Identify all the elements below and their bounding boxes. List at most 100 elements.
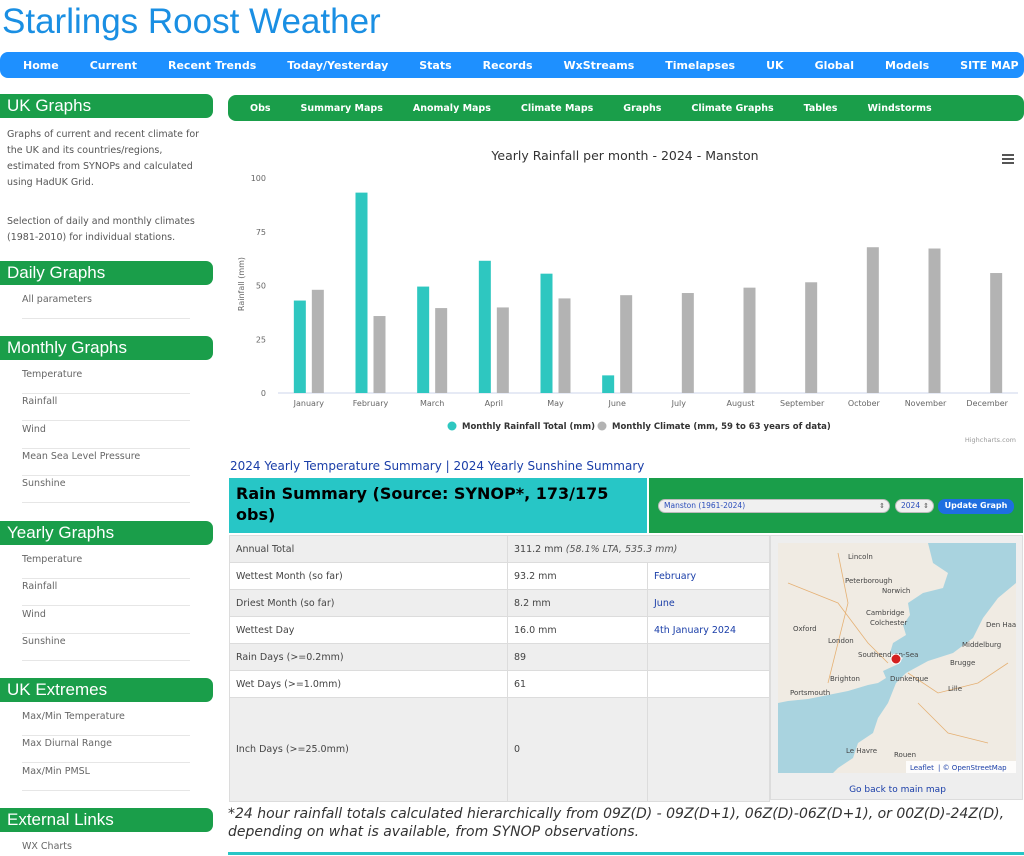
row-empty-cell bbox=[647, 643, 770, 671]
bar-rainfall-total[interactable] bbox=[355, 192, 368, 393]
bar-rainfall-total[interactable] bbox=[540, 273, 553, 393]
update-graph-button[interactable]: Update Graph bbox=[938, 499, 1014, 514]
sidebar-extremes-max-min-pmsl[interactable]: Max/Min PMSL bbox=[22, 764, 190, 791]
nav-models[interactable]: Models bbox=[885, 59, 929, 72]
map-label-brighton: Brighton bbox=[830, 675, 860, 683]
site-title[interactable]: Starlings Roost Weather bbox=[2, 2, 381, 42]
bar-climate[interactable] bbox=[435, 308, 448, 393]
row-value: 93.2 mm bbox=[507, 562, 648, 590]
subnav-windstorms[interactable]: Windstorms bbox=[867, 103, 931, 114]
bar-rainfall-total[interactable] bbox=[478, 260, 491, 393]
location-map[interactable]: Lincoln Peterborough Norwich Cambridge Colch… bbox=[778, 543, 1016, 773]
nav-today-yesterday[interactable]: Today/Yesterday bbox=[287, 59, 388, 72]
row-value-text: 89 bbox=[514, 651, 527, 663]
row-link[interactable]: June bbox=[647, 589, 770, 617]
sidebar-monthly-sunshine[interactable]: Sunshine bbox=[22, 476, 190, 504]
bar-climate[interactable] bbox=[681, 293, 694, 393]
station-marker-icon[interactable] bbox=[890, 653, 902, 665]
map-label-colchester: Colchester bbox=[870, 619, 907, 627]
row-link[interactable]: 4th January 2024 bbox=[647, 616, 770, 644]
bar-climate[interactable] bbox=[496, 307, 509, 393]
x-tick-label: May bbox=[547, 399, 564, 408]
bottom-divider bbox=[228, 852, 1024, 855]
map-label-peterborough: Peterborough bbox=[845, 577, 892, 585]
map-label-brugge: Brugge bbox=[950, 659, 975, 667]
map-label-southend-on-sea: Southend-on-Sea bbox=[858, 651, 918, 659]
sidebar-yearly-sunshine[interactable]: Sunshine bbox=[22, 634, 190, 661]
sidebar-yearly-rainfall[interactable]: Rainfall bbox=[22, 579, 190, 607]
nav-timelapses[interactable]: Timelapses bbox=[665, 59, 735, 72]
bar-climate[interactable] bbox=[990, 273, 1003, 393]
nav-wxstreams[interactable]: WxStreams bbox=[564, 59, 635, 72]
nav-stats[interactable]: Stats bbox=[419, 59, 451, 72]
nav-uk[interactable]: UK bbox=[766, 59, 783, 72]
bar-climate[interactable] bbox=[805, 282, 818, 393]
temperature-summary-link[interactable]: 2024 Yearly Temperature Summary bbox=[230, 459, 442, 473]
leaflet-attribution-link[interactable]: Leaflet bbox=[910, 764, 934, 772]
back-to-main-map-link[interactable]: Go back to main map bbox=[771, 785, 1024, 795]
legend-marker-icon[interactable] bbox=[597, 421, 607, 431]
year-select-value: 2024 bbox=[901, 501, 921, 510]
rain-summary-table: Annual Total 311.2 mm (58.1% LTA, 535.3 m… bbox=[229, 535, 770, 802]
sidebar-yearly-temperature[interactable]: Temperature bbox=[22, 552, 190, 579]
row-value-text: 0 bbox=[514, 744, 521, 755]
sidebar-external-wx-charts[interactable]: WX Charts bbox=[22, 839, 190, 856]
chart-credit[interactable]: Highcharts.com bbox=[965, 436, 1016, 444]
sidebar-daily-all-parameters[interactable]: All parameters bbox=[22, 292, 190, 319]
subnav-tables[interactable]: Tables bbox=[804, 103, 838, 114]
subnav-summary-maps[interactable]: Summary Maps bbox=[301, 103, 383, 114]
subnav-anomaly-maps[interactable]: Anomaly Maps bbox=[413, 103, 491, 114]
row-value-text: 311.2 mm bbox=[514, 543, 563, 555]
bar-climate[interactable] bbox=[928, 248, 941, 393]
legend-item[interactable]: Monthly Climate (mm, 59 to 63 years of d… bbox=[612, 422, 831, 432]
sidebar-intro-text: Graphs of current and recent climate for… bbox=[7, 129, 200, 188]
nav-records[interactable]: Records bbox=[483, 59, 533, 72]
row-value: 16.0 mm bbox=[507, 616, 648, 644]
x-tick-label: July bbox=[671, 399, 687, 408]
bar-rainfall-total[interactable] bbox=[602, 375, 615, 393]
bar-rainfall-total[interactable] bbox=[417, 286, 430, 393]
year-select[interactable]: 2024 ⇕ bbox=[895, 499, 934, 513]
osm-attribution-link[interactable]: | © OpenStreetMap bbox=[938, 764, 1007, 772]
row-value-text: 93.2 mm bbox=[514, 570, 557, 582]
sidebar-heading-external-links: External Links bbox=[0, 808, 213, 832]
nav-recent-trends[interactable]: Recent Trends bbox=[168, 59, 256, 72]
legend-marker-icon[interactable] bbox=[447, 421, 457, 431]
bar-climate[interactable] bbox=[373, 316, 386, 393]
station-select[interactable]: Manston (1961-2024) ⇕ bbox=[658, 499, 890, 513]
subnav-obs[interactable]: Obs bbox=[250, 103, 271, 114]
row-link[interactable]: February bbox=[647, 562, 770, 590]
sunshine-summary-link[interactable]: 2024 Yearly Sunshine Summary bbox=[454, 459, 645, 473]
bar-climate[interactable] bbox=[311, 289, 324, 393]
bar-rainfall-total[interactable] bbox=[293, 300, 306, 393]
sidebar-extremes-max-min-temperature[interactable]: Max/Min Temperature bbox=[22, 709, 190, 736]
sidebar-monthly-wind[interactable]: Wind bbox=[22, 422, 190, 449]
sidebar-extremes-max-diurnal-range[interactable]: Max Diurnal Range bbox=[22, 736, 190, 764]
y-tick-label: 25 bbox=[256, 335, 266, 344]
sidebar-yearly-wind[interactable]: Wind bbox=[22, 607, 190, 634]
sidebar-monthly-temperature[interactable]: Temperature bbox=[22, 367, 190, 394]
bar-climate[interactable] bbox=[558, 298, 571, 393]
subnav-climate-graphs[interactable]: Climate Graphs bbox=[691, 103, 773, 114]
x-tick-label: September bbox=[780, 399, 825, 408]
nav-current[interactable]: Current bbox=[90, 59, 137, 72]
bar-climate[interactable] bbox=[866, 247, 879, 393]
subnav-climate-maps[interactable]: Climate Maps bbox=[521, 103, 593, 114]
sidebar-monthly-mean-sea-level-pressure[interactable]: Mean Sea Level Pressure bbox=[22, 449, 190, 476]
station-select-value: Manston (1961-2024) bbox=[664, 501, 746, 510]
row-value: 8.2 mm bbox=[507, 589, 648, 617]
nav-global[interactable]: Global bbox=[815, 59, 854, 72]
bar-climate[interactable] bbox=[620, 295, 633, 393]
chart-menu-icon[interactable] bbox=[1002, 154, 1014, 164]
nav-home[interactable]: Home bbox=[23, 59, 59, 72]
x-tick-label: March bbox=[420, 399, 444, 408]
legend-item[interactable]: Monthly Rainfall Total (mm) bbox=[462, 422, 595, 432]
nav-site-map[interactable]: SITE MAP bbox=[960, 59, 1018, 72]
subnav-graphs[interactable]: Graphs bbox=[623, 103, 661, 114]
map-label-dunkerque: Dunkerque bbox=[890, 675, 928, 683]
map-label-lille: Lille bbox=[948, 685, 962, 693]
bar-climate[interactable] bbox=[743, 287, 756, 393]
row-value-text: 8.2 mm bbox=[514, 597, 551, 609]
table-row: Wet Days (>=1.0mm) 61 bbox=[229, 670, 770, 698]
sidebar-monthly-rainfall[interactable]: Rainfall bbox=[22, 394, 190, 422]
